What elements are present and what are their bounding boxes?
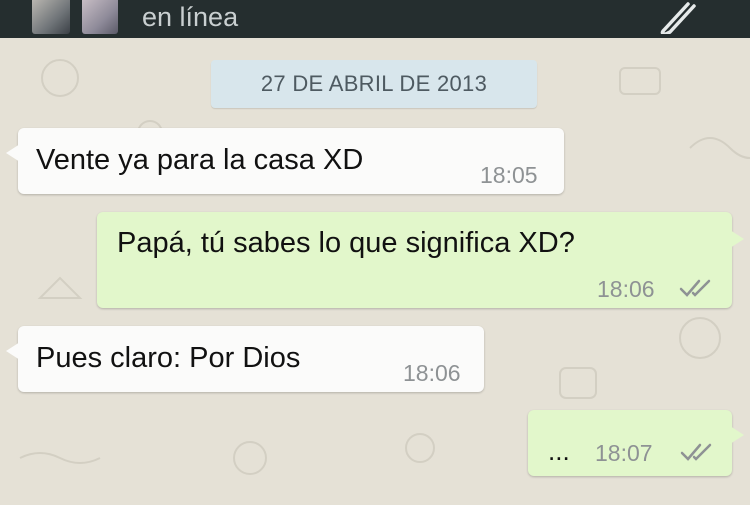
chat-header: en línea	[0, 0, 750, 38]
message-time: 18:07	[595, 440, 653, 466]
message-time: 18:06	[597, 276, 655, 302]
message-text: ...	[548, 436, 570, 466]
double-check-icon	[679, 279, 711, 297]
message-bubble-incoming[interactable]: Vente ya para la casa XD 18:05	[6, 128, 564, 194]
message-bubble-outgoing[interactable]: Papá, tú sabes lo que significa XD? 18:0…	[97, 212, 744, 308]
message-text: Papá, tú sabes lo que significa XD?	[117, 227, 575, 259]
contact-avatar-secondary[interactable]	[82, 0, 118, 34]
bubble-tail	[6, 144, 20, 162]
bubble-tail	[6, 342, 20, 360]
message-text: Pues claro: Por Dios	[36, 342, 301, 374]
message-bubble-incoming[interactable]: Pues claro: Por Dios 18:06	[6, 326, 484, 392]
contact-avatar[interactable]	[32, 0, 70, 34]
bubble-tail	[730, 230, 744, 248]
message-text: Vente ya para la casa XD	[36, 144, 364, 176]
double-check-icon	[680, 443, 712, 461]
contact-status: en línea	[142, 2, 239, 32]
paperclip-icon[interactable]	[650, 0, 700, 34]
bubble-tail	[730, 426, 744, 444]
message-time: 18:05	[480, 162, 538, 188]
message-time: 18:06	[403, 360, 461, 386]
date-separator: 27 DE ABRIL DE 2013	[211, 60, 537, 108]
message-bubble-outgoing[interactable]: ... 18:07	[528, 410, 744, 476]
